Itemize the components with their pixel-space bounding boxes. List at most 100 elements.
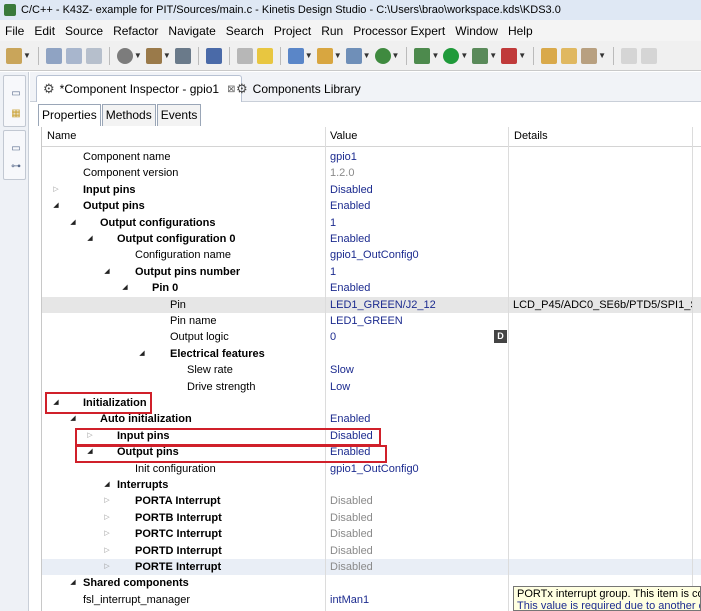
restore-icon[interactable]: ▭ — [10, 88, 22, 100]
property-value[interactable]: 1 — [330, 264, 336, 280]
property-value[interactable]: Disabled — [330, 559, 373, 575]
property-row[interactable]: ▷ PORTC Interrupt Disabled — [42, 526, 701, 542]
expanded-arrow-icon[interactable]: ◢ — [68, 215, 78, 231]
property-value[interactable]: gpio1_OutConfig0 — [330, 247, 419, 263]
pointer-icon[interactable] — [236, 47, 253, 64]
property-row[interactable]: Pin LED1_GREEN/J2_12 LCD_P45/ADC0_SE6b/PTD… — [42, 296, 701, 313]
property-row[interactable]: ▷ PORTA Interrupt Disabled — [42, 493, 701, 509]
expanded-arrow-icon[interactable]: ◢ — [120, 280, 130, 296]
chevron-down-icon[interactable]: ▼ — [23, 51, 31, 60]
previous-annotation-icon[interactable] — [641, 47, 658, 64]
chevron-down-icon[interactable]: ▼ — [305, 51, 313, 60]
new-file-icon[interactable] — [345, 47, 362, 64]
menu-project[interactable]: Project — [269, 24, 316, 38]
property-row[interactable]: Component version 1.2.0 — [42, 165, 701, 181]
menu-window[interactable]: Window — [450, 24, 503, 38]
build-settings-icon[interactable] — [116, 47, 133, 64]
menu-file[interactable]: File — [0, 24, 29, 38]
collapsed-arrow-icon[interactable]: ▷ — [51, 182, 61, 198]
collapsed-arrow-icon[interactable]: ▷ — [102, 493, 112, 509]
property-row[interactable]: ◢ Output pins Enabled — [42, 198, 701, 214]
property-value[interactable]: Enabled — [330, 231, 370, 247]
new-project-icon[interactable] — [287, 47, 304, 64]
binary-icon[interactable] — [174, 47, 191, 64]
menu-source[interactable]: Source — [60, 24, 108, 38]
chevron-down-icon[interactable]: ▼ — [134, 51, 142, 60]
tab-events[interactable]: Events — [156, 104, 202, 126]
open-type-icon[interactable] — [541, 47, 558, 64]
property-row[interactable]: ▷ Input pins Disabled — [42, 182, 701, 198]
chevron-down-icon[interactable]: ▼ — [518, 51, 526, 60]
property-value[interactable]: Disabled — [330, 526, 373, 542]
new-folder-icon[interactable] — [316, 47, 333, 64]
expanded-arrow-icon[interactable]: ◢ — [102, 477, 112, 493]
chevron-down-icon[interactable]: ▼ — [363, 51, 371, 60]
property-value[interactable]: 0 — [330, 329, 336, 345]
property-row[interactable]: ◢ Output configurations 1 — [42, 215, 701, 231]
property-value[interactable]: Slow — [330, 362, 354, 378]
open-folder-icon[interactable] — [561, 47, 578, 64]
property-row[interactable]: ◢ Output pins number 1 — [42, 264, 701, 280]
property-row[interactable]: Pin name LED1_GREEN — [42, 313, 701, 329]
expanded-arrow-icon[interactable]: ◢ — [85, 231, 95, 247]
collapsed-arrow-icon[interactable]: ▷ — [102, 543, 112, 559]
chevron-down-icon[interactable]: ▼ — [598, 51, 606, 60]
property-value[interactable]: 1 — [330, 215, 336, 231]
expanded-arrow-icon[interactable]: ◢ — [102, 264, 112, 280]
property-row[interactable]: Output logic 0 D — [42, 329, 701, 345]
value-dropdown-button[interactable]: D — [494, 330, 507, 344]
external-tools-icon[interactable] — [501, 47, 518, 64]
chevron-down-icon[interactable]: ▼ — [392, 51, 400, 60]
chevron-down-icon[interactable]: ▼ — [163, 51, 171, 60]
print-icon[interactable] — [85, 47, 102, 64]
expanded-arrow-icon[interactable]: ◢ — [51, 198, 61, 214]
property-row[interactable]: Component name gpio1 — [42, 149, 701, 165]
property-value[interactable]: Disabled — [330, 493, 373, 509]
property-row[interactable]: ▷ PORTE Interrupt Disabled — [42, 559, 701, 575]
expanded-arrow-icon[interactable]: ◢ — [137, 346, 147, 362]
debug-icon[interactable] — [414, 47, 431, 64]
property-row[interactable]: ◢ Electrical features — [42, 346, 701, 362]
lightbulb-icon[interactable] — [256, 47, 273, 64]
expanded-arrow-icon[interactable]: ◢ — [68, 575, 78, 591]
tab-component-inspector[interactable]: ⚙ *Component Inspector - gpio1 ⊠ — [36, 75, 243, 102]
menu-refactor[interactable]: Refactor — [108, 24, 163, 38]
property-row[interactable]: ◢ Pin 0 Enabled — [42, 280, 701, 296]
property-row[interactable]: Slew rate Slow — [42, 362, 701, 378]
menu-search[interactable]: Search — [221, 24, 269, 38]
new-icon[interactable] — [6, 47, 22, 64]
property-value[interactable]: 1.2.0 — [330, 165, 354, 181]
refresh-icon[interactable] — [374, 47, 391, 64]
property-value[interactable]: Low — [330, 379, 350, 395]
pencil-icon[interactable] — [581, 47, 598, 64]
property-value[interactable]: Enabled — [330, 411, 370, 427]
chevron-down-icon[interactable]: ▼ — [334, 51, 342, 60]
run-external-icon[interactable] — [472, 47, 489, 64]
collapsed-arrow-icon[interactable]: ▷ — [102, 526, 112, 542]
collapsed-arrow-icon[interactable]: ▷ — [102, 510, 112, 526]
components-view-icon[interactable]: ⊶ — [10, 161, 22, 173]
project-explorer-icon[interactable]: ▦ — [10, 108, 22, 120]
menu-processor-expert[interactable]: Processor Expert — [348, 24, 450, 38]
chevron-down-icon[interactable]: ▼ — [460, 51, 468, 60]
property-value[interactable]: gpio1 — [330, 149, 357, 165]
run-icon[interactable] — [443, 47, 460, 64]
menu-edit[interactable]: Edit — [29, 24, 60, 38]
save-all-icon[interactable] — [65, 47, 82, 64]
chevron-down-icon[interactable]: ▼ — [431, 51, 439, 60]
column-header-name[interactable]: Name — [47, 130, 76, 142]
column-header-details[interactable]: Details — [514, 130, 548, 142]
next-annotation-icon[interactable] — [621, 47, 638, 64]
collapsed-arrow-icon[interactable]: ▷ — [102, 559, 112, 575]
property-value[interactable]: Enabled — [330, 198, 370, 214]
property-value[interactable]: Enabled — [330, 280, 370, 296]
skip-breakpoints-icon[interactable] — [205, 47, 222, 64]
column-header-value[interactable]: Value — [330, 130, 357, 142]
property-value[interactable]: LED1_GREEN — [330, 313, 403, 329]
menu-run[interactable]: Run — [316, 24, 348, 38]
hammer-icon[interactable] — [145, 47, 162, 64]
menu-help[interactable]: Help — [503, 24, 538, 38]
menu-navigate[interactable]: Navigate — [163, 24, 220, 38]
tab-methods[interactable]: Methods — [101, 104, 156, 126]
property-value[interactable]: intMan1 — [330, 592, 369, 608]
